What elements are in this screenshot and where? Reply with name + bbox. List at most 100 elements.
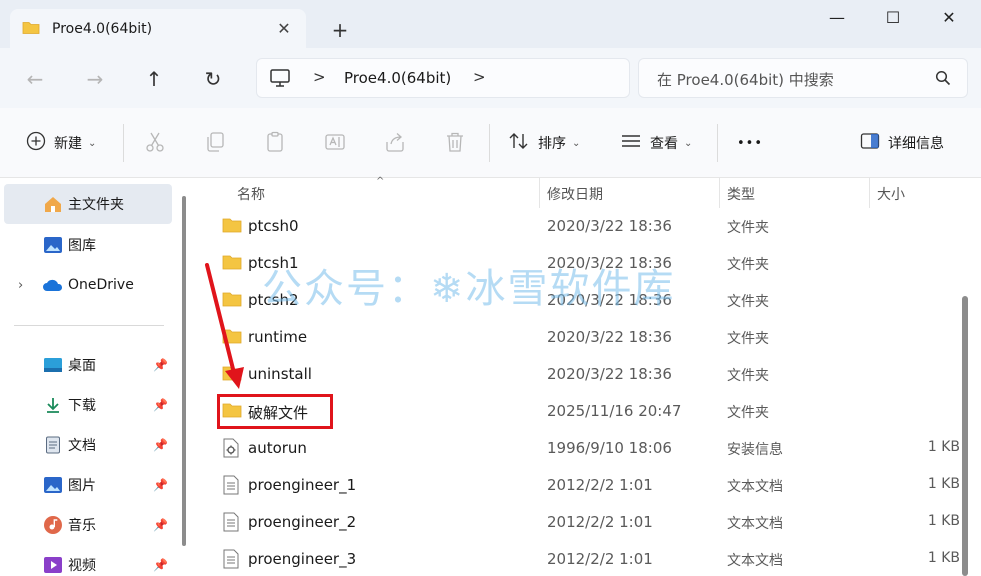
sidebar-item-label: OneDrive	[68, 277, 134, 293]
column-divider[interactable]	[539, 178, 540, 208]
pin-icon[interactable]: 📌	[153, 518, 168, 532]
toolbar-divider	[489, 124, 490, 162]
pin-icon[interactable]: 📌	[153, 438, 168, 452]
sidebar-item-home[interactable]: 主文件夹	[4, 184, 172, 224]
gallery-icon	[42, 234, 64, 256]
address-bar[interactable]: > Proe4.0(64bit) >	[256, 58, 630, 98]
watermark: 公众号：❄冰雪软件库	[262, 266, 676, 312]
close-window-button[interactable]: ✕	[934, 6, 964, 30]
file-row[interactable]: uninstall 2020/3/22 18:36 文件夹	[196, 356, 966, 393]
title-bar: Proe4.0(64bit) ✕ + — ☐ ✕	[0, 0, 981, 49]
search-box[interactable]: 在 Proe4.0(64bit) 中搜索	[638, 58, 968, 98]
sidebar-item-desktop[interactable]: 桌面 📌	[4, 345, 172, 385]
breadcrumb-current[interactable]: Proe4.0(64bit)	[344, 69, 451, 87]
command-bar: 新建 ⌄ 排序 ⌄ 查看 ⌄ ••• 详细信息	[0, 108, 981, 178]
paste-icon[interactable]	[263, 130, 289, 156]
tab-close-icon[interactable]: ✕	[274, 19, 294, 39]
chevron-down-icon: ⌄	[684, 137, 693, 149]
sidebar-item-gallery[interactable]: 图库	[4, 225, 172, 265]
sidebar-scrollbar[interactable]	[182, 196, 186, 546]
forward-button[interactable]: →	[82, 66, 108, 92]
pin-icon[interactable]: 📌	[153, 558, 168, 572]
file-list: ^ 名称 修改日期 类型 大小 ptcsh0 2020/3/22 18:36 文件夹…	[196, 176, 981, 576]
up-button[interactable]: ↑	[141, 66, 167, 92]
file-name: proengineer_1	[248, 476, 357, 494]
navigation-pane: 主文件夹 图库 › OneDrive 桌面 📌 下载 📌 文档 📌 图片 📌 音…	[0, 178, 180, 576]
delete-icon[interactable]	[443, 130, 469, 156]
search-icon	[935, 70, 951, 90]
tab-title: Proe4.0(64bit)	[52, 21, 153, 37]
refresh-button[interactable]: ↻	[200, 66, 226, 92]
file-row[interactable]: ptcsh0 2020/3/22 18:36 文件夹	[196, 208, 966, 245]
tab-current[interactable]: Proe4.0(64bit) ✕	[10, 9, 306, 49]
sidebar-item-label: 下载	[68, 398, 96, 414]
details-pane-button[interactable]: 详细信息	[860, 130, 944, 156]
sidebar-item-label: 图片	[68, 478, 96, 494]
file-modified: 2020/3/22 18:36	[547, 328, 672, 346]
pin-icon[interactable]: 📌	[153, 398, 168, 412]
breadcrumb-separator[interactable]: >	[313, 68, 326, 86]
file-row[interactable]: proengineer_2 2012/2/2 1:01 文本文档 1 KB	[196, 504, 966, 541]
minimize-button[interactable]: —	[822, 6, 852, 30]
text-file-icon	[222, 549, 240, 573]
new-button[interactable]: 新建 ⌄	[26, 130, 96, 156]
sidebar-divider	[14, 325, 164, 326]
file-modified: 2012/2/2 1:01	[547, 476, 653, 494]
file-row[interactable]: runtime 2020/3/22 18:36 文件夹	[196, 319, 966, 356]
file-type: 文件夹	[727, 331, 769, 347]
sidebar-item-label: 图库	[68, 238, 96, 254]
share-icon[interactable]	[383, 130, 409, 156]
sidebar-item-label: 桌面	[68, 358, 96, 374]
column-divider[interactable]	[869, 178, 870, 208]
view-icon	[620, 132, 642, 154]
desktop-icon	[42, 354, 64, 376]
file-type: 安装信息	[727, 442, 783, 458]
file-row[interactable]: proengineer_1 2012/2/2 1:01 文本文档 1 KB	[196, 467, 966, 504]
view-button[interactable]: 查看 ⌄	[620, 130, 692, 156]
file-type: 文本文档	[727, 516, 783, 532]
cut-icon[interactable]	[143, 130, 169, 156]
sidebar-item-music[interactable]: 音乐 📌	[4, 505, 172, 545]
file-type: 文件夹	[727, 220, 769, 236]
new-tab-button[interactable]: +	[328, 18, 352, 42]
sidebar-item-videos[interactable]: 视频 📌	[4, 545, 172, 576]
chevron-down-icon: ⌄	[572, 137, 581, 149]
file-size: 1 KB	[927, 550, 960, 566]
pin-icon[interactable]: 📌	[153, 478, 168, 492]
document-icon	[42, 434, 64, 456]
copy-icon[interactable]	[203, 130, 229, 156]
sidebar-item-onedrive[interactable]: › OneDrive	[4, 265, 172, 305]
folder-icon	[22, 20, 40, 39]
details-label: 详细信息	[888, 136, 944, 152]
rename-icon[interactable]	[323, 130, 349, 156]
sidebar-item-label: 文档	[68, 438, 96, 454]
file-modified: 2025/11/16 20:47	[547, 402, 682, 420]
file-name: ptcsh0	[248, 217, 299, 235]
file-name: proengineer_2	[248, 513, 357, 531]
setup-file-icon	[222, 438, 240, 462]
sidebar-item-label: 视频	[68, 558, 96, 574]
file-row[interactable]: autorun 1996/9/10 18:06 安装信息 1 KB	[196, 430, 966, 467]
sidebar-item-label: 主文件夹	[68, 197, 124, 213]
maximize-button[interactable]: ☐	[878, 6, 908, 30]
file-row[interactable]: proengineer_3 2012/2/2 1:01 文本文档 1 KB	[196, 541, 966, 576]
back-button[interactable]: ←	[22, 66, 48, 92]
file-modified: 2012/2/2 1:01	[547, 550, 653, 568]
text-file-icon	[222, 512, 240, 536]
details-pane-icon	[860, 132, 880, 154]
sidebar-item-downloads[interactable]: 下载 📌	[4, 385, 172, 425]
breadcrumb-separator[interactable]: >	[473, 68, 486, 86]
pin-icon[interactable]: 📌	[153, 358, 168, 372]
chevron-right-icon[interactable]: ›	[18, 278, 23, 293]
file-size: 1 KB	[927, 476, 960, 492]
navigation-bar: ← → ↑ ↻ > Proe4.0(64bit) > 在 Proe4.0(64b…	[0, 48, 981, 108]
more-options-button[interactable]: •••	[737, 130, 763, 156]
sort-button[interactable]: 排序 ⌄	[508, 130, 580, 156]
toolbar-divider	[123, 124, 124, 162]
file-list-scrollbar[interactable]	[962, 296, 968, 576]
search-input[interactable]: 在 Proe4.0(64bit) 中搜索	[657, 69, 834, 90]
file-size: 1 KB	[927, 513, 960, 529]
sidebar-item-pictures[interactable]: 图片 📌	[4, 465, 172, 505]
column-divider[interactable]	[719, 178, 720, 208]
sidebar-item-documents[interactable]: 文档 📌	[4, 425, 172, 465]
